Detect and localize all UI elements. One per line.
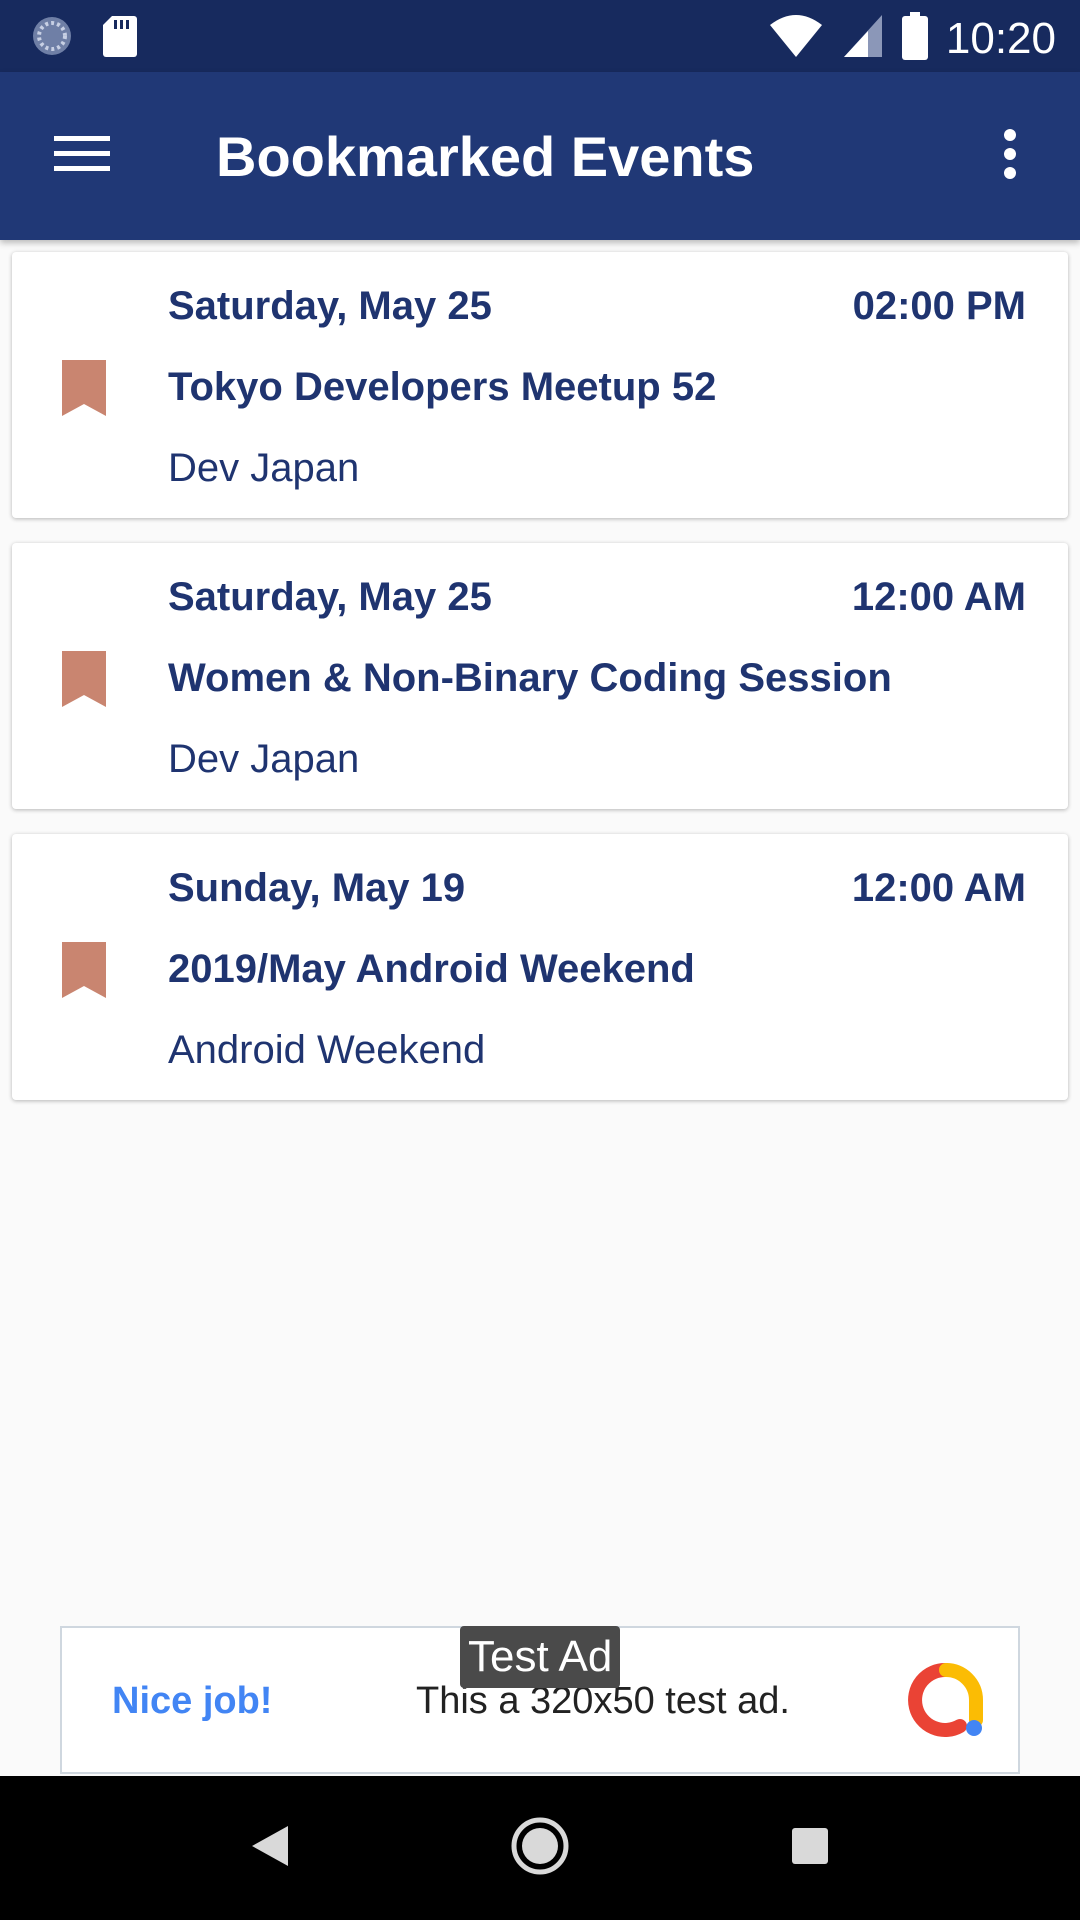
page-title: Bookmarked Events (216, 125, 755, 188)
ad-logo-icon (908, 1662, 984, 1738)
bookmark-icon[interactable] (62, 651, 106, 707)
hamburger-menu-icon (54, 134, 110, 179)
recents-button[interactable] (778, 1816, 842, 1880)
more-vert-icon (1002, 128, 1018, 184)
event-card[interactable]: Sunday, May 19 12:00 AM 2019/May Android… (12, 834, 1068, 1100)
event-date: Saturday, May 25 (168, 284, 492, 328)
ad-headline: Nice job! (112, 1680, 273, 1722)
signal-icon (842, 13, 884, 64)
event-group: Android Weekend (168, 1028, 486, 1072)
event-group: Dev Japan (168, 446, 360, 490)
sync-icon (30, 14, 74, 63)
overflow-menu-button[interactable] (970, 116, 1050, 196)
event-title: Women & Non-Binary Coding Session (168, 656, 892, 700)
event-time: 12:00 AM (851, 575, 1026, 619)
home-icon (510, 1816, 570, 1881)
event-title: 2019/May Android Weekend (168, 947, 695, 991)
recents-icon (790, 1826, 830, 1871)
event-group: Dev Japan (168, 737, 360, 781)
bookmark-icon[interactable] (62, 942, 106, 998)
event-list: Saturday, May 25 02:00 PM Tokyo Develope… (12, 252, 1068, 1125)
event-time: 12:00 AM (851, 866, 1026, 910)
home-button[interactable] (508, 1816, 572, 1880)
event-date: Sunday, May 19 (168, 866, 466, 910)
event-card[interactable]: Saturday, May 25 02:00 PM Tokyo Develope… (12, 252, 1068, 518)
event-title: Tokyo Developers Meetup 52 (168, 365, 717, 409)
event-card[interactable]: Saturday, May 25 12:00 AM Women & Non-Bi… (12, 543, 1068, 809)
event-time: 02:00 PM (852, 284, 1026, 328)
event-date: Saturday, May 25 (168, 575, 492, 619)
battery-icon (901, 12, 928, 65)
system-nav-bar (0, 1776, 1080, 1920)
menu-button[interactable] (42, 116, 122, 196)
sd-card-icon (102, 14, 138, 63)
status-time: 10:20 (945, 13, 1056, 63)
back-icon (250, 1824, 290, 1873)
bookmark-icon[interactable] (62, 360, 106, 416)
app-bar: Bookmarked Events (0, 72, 1080, 240)
test-ad-label: Test Ad (460, 1626, 621, 1688)
back-button[interactable] (238, 1816, 302, 1880)
wifi-icon (768, 13, 824, 64)
status-bar: 10:20 (0, 0, 1080, 72)
